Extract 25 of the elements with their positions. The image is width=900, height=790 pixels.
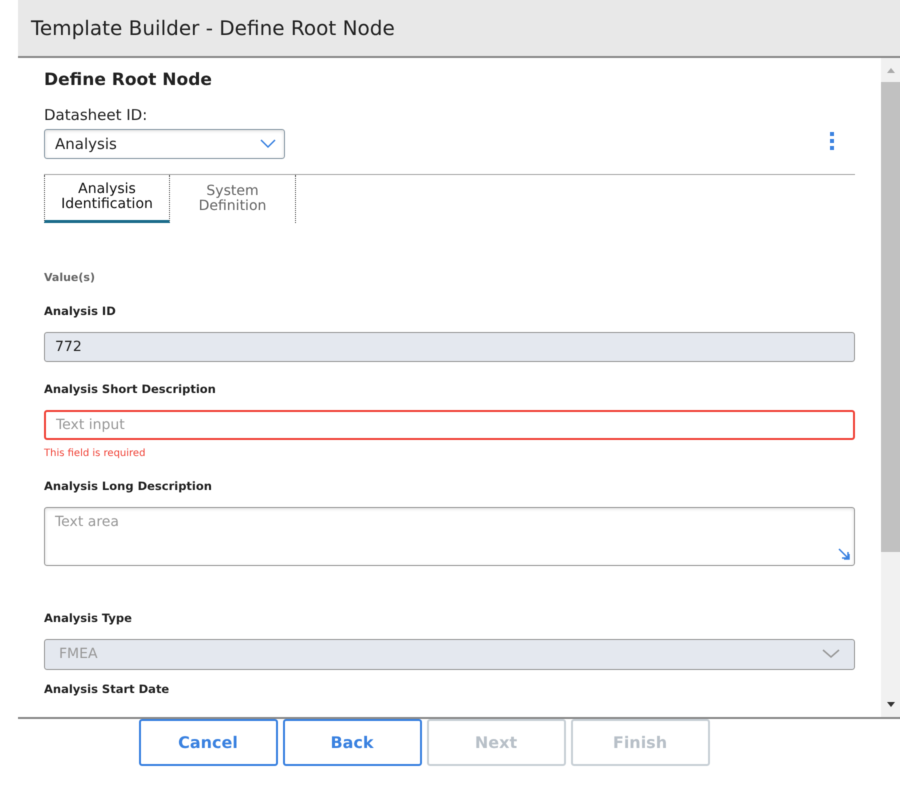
more-options-icon[interactable] (829, 132, 835, 150)
field-label: Analysis Short Description (44, 382, 217, 396)
footer-button[interactable]: Back (282, 719, 422, 766)
field-label: Analysis Start Date (44, 682, 170, 696)
field-label: Analysis Long Description (44, 478, 213, 493)
chevron-down-icon (260, 138, 276, 149)
field-label: Analysis ID (44, 304, 117, 318)
text-area[interactable]: Text area (44, 506, 855, 566)
text-field[interactable]: 772 (44, 332, 855, 362)
scroll-down-icon[interactable] (886, 701, 896, 709)
tab[interactable]: System Definition (170, 174, 296, 223)
scroll-up-icon[interactable] (886, 66, 896, 74)
scrollbar[interactable] (881, 58, 900, 717)
window-title: Template Builder - Define Root Node (31, 16, 395, 40)
input-field[interactable]: Text input (44, 410, 855, 440)
section-title: Define Root Node (44, 70, 213, 90)
datasheet-dropdown[interactable]: Analysis (44, 128, 285, 159)
resize-icon (838, 548, 850, 560)
footer-button[interactable]: Cancel (138, 719, 278, 766)
section-heading: Value(s) (44, 270, 96, 284)
field-label: Analysis Type (44, 610, 133, 625)
error-message: This field is required (44, 448, 146, 459)
field-label: Datasheet ID: (44, 106, 148, 124)
tab[interactable]: Analysis Identification (44, 174, 170, 223)
chevron-down-icon (822, 649, 840, 660)
